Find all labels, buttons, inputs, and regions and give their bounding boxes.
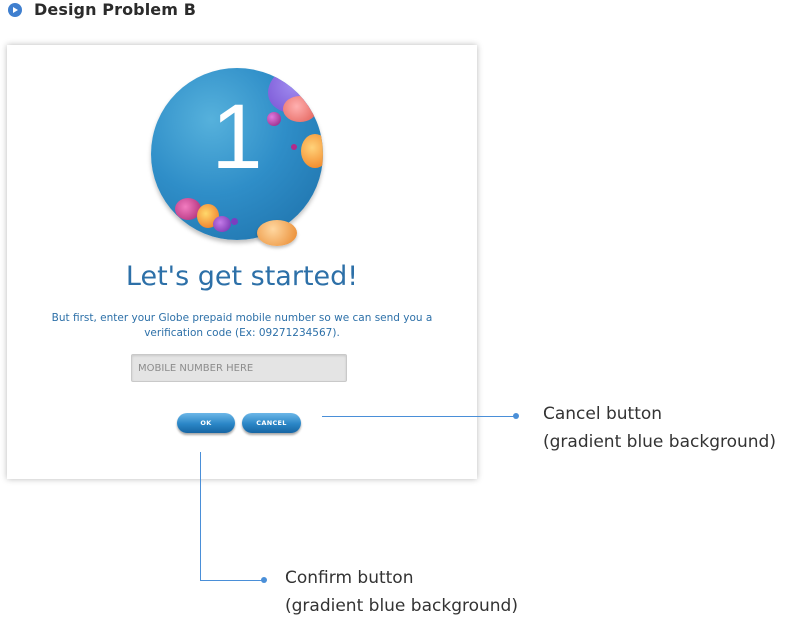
- confirm-annotation: Confirm button (gradient blue background…: [285, 564, 518, 618]
- cancel-annotation: Cancel button (gradient blue background): [543, 400, 776, 456]
- mobile-number-input[interactable]: [131, 354, 347, 382]
- decor-blob-icon: [231, 218, 238, 225]
- step-badge: 1: [151, 68, 331, 248]
- annotation-title: Confirm button: [285, 568, 414, 588]
- annotation-note: (gradient blue background): [285, 596, 518, 616]
- dialog-description: But first, enter your Globe prepaid mobi…: [42, 311, 442, 341]
- ok-button[interactable]: OK: [177, 413, 235, 433]
- step-circle: 1: [151, 68, 323, 240]
- cancel-annotation-dot: [513, 413, 519, 419]
- annotation-note: (gradient blue background): [543, 432, 776, 452]
- cancel-annotation-line: [322, 416, 516, 417]
- annotation-title: Cancel button: [543, 404, 663, 424]
- confirm-annotation-vline: [200, 452, 201, 581]
- page: Design Problem B 1 Let's get started! Bu…: [0, 0, 800, 618]
- dialog-description-line: But first, enter your Globe prepaid mobi…: [51, 312, 433, 324]
- confirm-annotation-hline: [200, 580, 264, 581]
- decor-blob-icon: [213, 216, 231, 232]
- verification-dialog: 1 Let's get started! But first, enter yo…: [7, 45, 477, 479]
- play-circle-icon: [8, 3, 22, 17]
- cancel-button[interactable]: CANCEL: [242, 413, 301, 433]
- step-number: 1: [211, 86, 263, 188]
- decor-blob-icon: [257, 220, 297, 246]
- dialog-description-line: verification code (Ex: 09271234567).: [144, 327, 340, 339]
- dialog-heading: Let's get started!: [125, 261, 359, 292]
- page-title: Design Problem B: [34, 0, 196, 19]
- confirm-annotation-dot: [261, 577, 267, 583]
